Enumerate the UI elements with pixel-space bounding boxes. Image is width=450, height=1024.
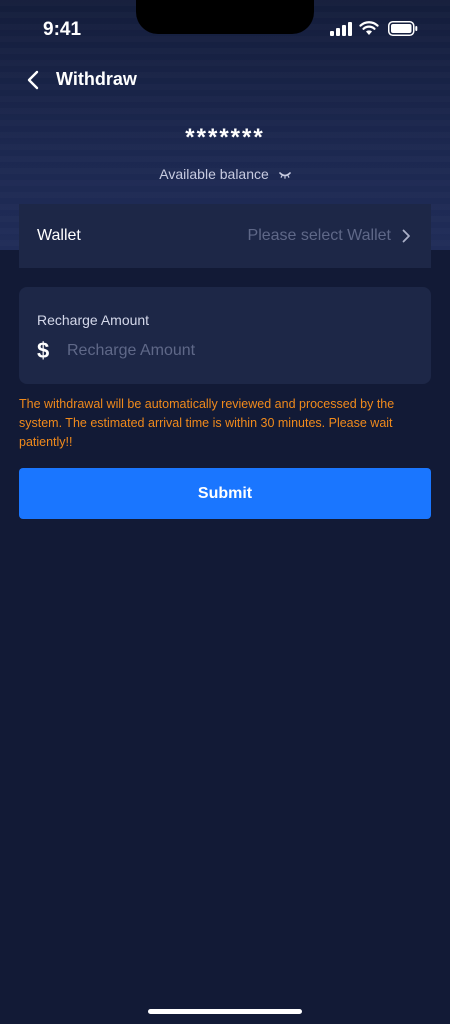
device-notch — [136, 0, 314, 34]
status-bar: 9:41 — [0, 0, 450, 60]
cellular-signal-icon — [330, 22, 352, 36]
wifi-icon — [359, 21, 379, 35]
dollar-icon: $ — [37, 338, 50, 363]
eye-closed-icon[interactable] — [278, 171, 291, 180]
wallet-selector[interactable]: Wallet Please select Wallet — [19, 204, 431, 268]
chevron-right-icon — [402, 229, 410, 243]
home-indicator — [148, 1009, 302, 1014]
available-balance-toggle[interactable]: Available balance — [0, 166, 450, 182]
recharge-amount-input[interactable] — [67, 339, 407, 363]
wallet-label: Wallet — [37, 227, 81, 244]
page-title: Withdraw — [56, 69, 137, 89]
battery-icon — [388, 21, 418, 36]
recharge-amount-label: Recharge Amount — [37, 312, 150, 328]
available-balance-label: Available balance — [159, 166, 269, 182]
wallet-placeholder: Please select Wallet — [247, 227, 391, 244]
balance-value: ******* — [185, 124, 265, 151]
recharge-amount-card: Recharge Amount $ — [19, 287, 431, 384]
withdrawal-notice: The withdrawal will be automatically rev… — [19, 397, 395, 449]
submit-button[interactable]: Submit — [19, 468, 431, 519]
status-time: 9:41 — [43, 19, 82, 40]
chevron-left-icon[interactable] — [22, 68, 46, 92]
